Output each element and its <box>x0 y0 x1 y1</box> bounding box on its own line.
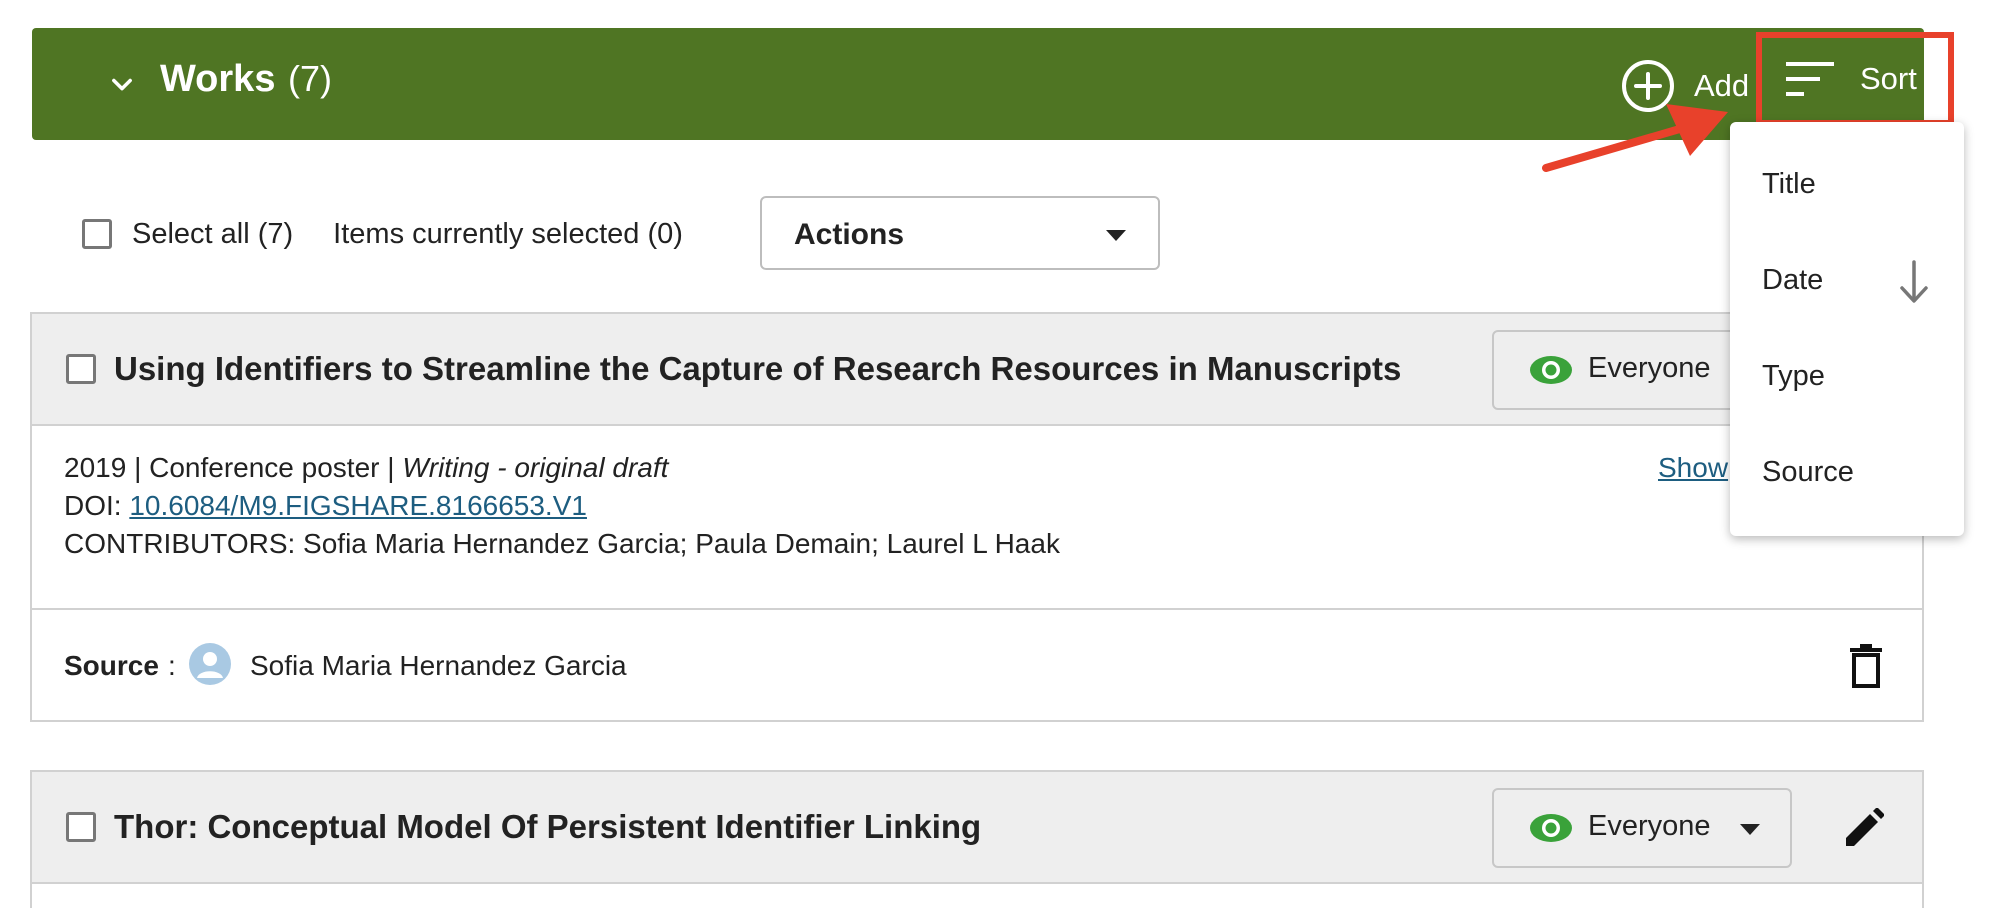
show-details-link[interactable]: Show <box>1658 452 1728 484</box>
sort-label: Sort <box>1860 61 1917 96</box>
work-card: Using Identifiers to Streamline the Capt… <box>30 312 1924 722</box>
sort-icon <box>1786 62 1834 96</box>
sort-button[interactable]: Sort <box>1756 32 1954 126</box>
works-title: Works <box>160 58 276 100</box>
work-contributors: CONTRIBUTORS: Sofia Maria Hernandez Garc… <box>64 528 1060 559</box>
work-card: Thor: Conceptual Model Of Persistent Ide… <box>30 770 1924 908</box>
doi-link[interactable]: 10.6084/M9.FIGSHARE.8166653.V1 <box>129 490 587 521</box>
work-meta: 2019 | Conference poster | Writing - ori… <box>64 452 668 484</box>
works-count: (7) <box>288 58 332 99</box>
work-card-body: 2019 | Conference poster | Writing - ori… <box>32 426 1922 610</box>
select-all-row: Select all (7) Items currently selected … <box>82 204 683 264</box>
caret-down-icon <box>1740 824 1760 835</box>
annotation-arrow-icon <box>1542 104 1728 172</box>
items-selected-count: Items currently selected (0) <box>333 217 683 250</box>
work-role: Writing - original draft <box>402 452 669 483</box>
add-label: Add <box>1694 68 1750 103</box>
select-all-label: Select all (7) <box>132 217 294 250</box>
actions-label: Actions <box>794 218 905 251</box>
visibility-label: Everyone <box>1588 810 1711 842</box>
work-title: Thor: Conceptual Model Of Persistent Ide… <box>114 808 982 845</box>
work-card-header: Using Identifiers to Streamline the Capt… <box>32 314 1922 426</box>
visibility-dropdown[interactable]: Everyone <box>1492 788 1792 868</box>
source-name: Sofia Maria Hernandez Garcia <box>250 650 627 681</box>
doi-label: DOI: <box>64 490 130 521</box>
visibility-label: Everyone <box>1588 352 1711 384</box>
eye-icon <box>1530 356 1572 384</box>
arrow-down-icon <box>1900 260 1928 303</box>
sort-option-type[interactable]: Type <box>1762 360 1825 393</box>
work-checkbox[interactable] <box>66 812 96 842</box>
source-label: Source <box>64 650 159 681</box>
sort-menu: Title Date Type Source <box>1730 122 1964 536</box>
work-card-header: Thor: Conceptual Model Of Persistent Ide… <box>32 772 1922 884</box>
user-avatar-icon <box>189 643 231 685</box>
sort-option-title[interactable]: Title <box>1762 168 1816 201</box>
work-card-footer: Source : Sofia Maria Hernandez Garcia <box>32 610 1922 722</box>
work-title: Using Identifiers to Streamline the Capt… <box>114 350 1402 387</box>
select-all-checkbox[interactable] <box>82 219 112 249</box>
sort-option-source[interactable]: Source <box>1762 456 1854 489</box>
chevron-down-icon[interactable] <box>108 70 136 98</box>
actions-dropdown[interactable]: Actions <box>760 196 1160 270</box>
work-checkbox[interactable] <box>66 354 96 384</box>
source-colon: : <box>168 650 176 681</box>
pencil-edit-icon[interactable] <box>1842 808 1884 850</box>
work-doi-line: DOI: 10.6084/M9.FIGSHARE.8166653.V1 <box>64 490 587 522</box>
sort-option-date[interactable]: Date <box>1762 264 1823 297</box>
work-year-type: 2019 | Conference poster | <box>64 452 403 483</box>
trash-icon[interactable] <box>1848 644 1884 688</box>
caret-down-icon <box>1106 230 1126 241</box>
eye-icon <box>1530 814 1572 842</box>
